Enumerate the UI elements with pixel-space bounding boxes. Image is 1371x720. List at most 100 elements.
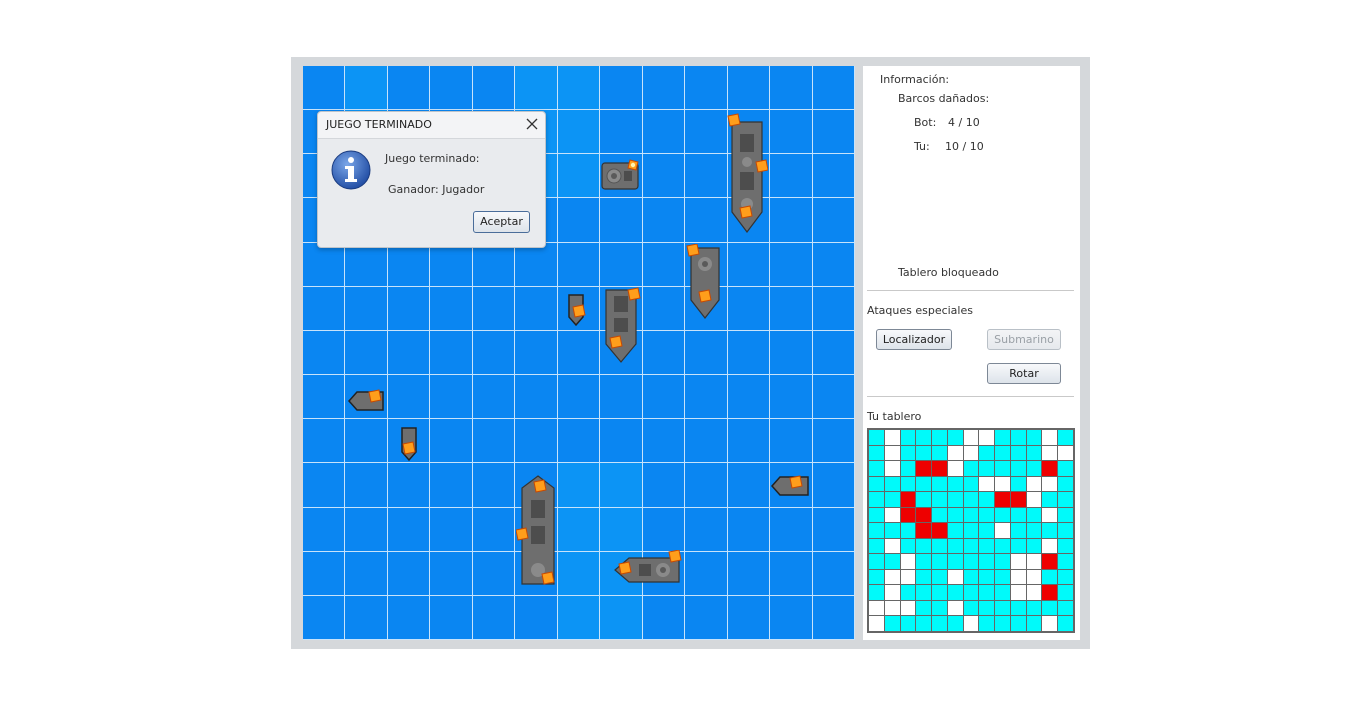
- enemy-cell[interactable]: [727, 286, 771, 331]
- enemy-cell[interactable]: [812, 375, 855, 420]
- enemy-cell[interactable]: [642, 375, 686, 420]
- enemy-cell[interactable]: [812, 463, 855, 508]
- enemy-cell[interactable]: [430, 242, 473, 287]
- enemy-cell[interactable]: [345, 419, 388, 464]
- enemy-cell[interactable]: [770, 375, 813, 420]
- enemy-cell[interactable]: [770, 595, 813, 640]
- enemy-cell[interactable]: [727, 463, 771, 508]
- enemy-cell[interactable]: [303, 507, 346, 552]
- enemy-cell[interactable]: [642, 286, 686, 331]
- enemy-cell[interactable]: [303, 66, 346, 111]
- enemy-cell[interactable]: [770, 419, 813, 464]
- enemy-cell[interactable]: [557, 154, 601, 199]
- enemy-cell[interactable]: [770, 198, 813, 243]
- enemy-cell[interactable]: [770, 110, 813, 155]
- enemy-cell[interactable]: [345, 551, 388, 596]
- enemy-cell[interactable]: [812, 419, 855, 464]
- enemy-cell[interactable]: [303, 242, 346, 287]
- enemy-cell[interactable]: [642, 595, 686, 640]
- enemy-cell[interactable]: [642, 507, 686, 552]
- enemy-cell[interactable]: [430, 507, 473, 552]
- enemy-cell[interactable]: [387, 66, 431, 111]
- enemy-cell[interactable]: [430, 66, 473, 111]
- enemy-cell[interactable]: [600, 595, 643, 640]
- enemy-cell[interactable]: [430, 419, 473, 464]
- enemy-cell[interactable]: [642, 242, 686, 287]
- enemy-cell[interactable]: [600, 198, 643, 243]
- enemy-cell[interactable]: [472, 375, 516, 420]
- enemy-cell[interactable]: [685, 507, 728, 552]
- enemy-cell[interactable]: [430, 463, 473, 508]
- enemy-cell[interactable]: [303, 419, 346, 464]
- enemy-cell[interactable]: [770, 330, 813, 376]
- close-icon[interactable]: [526, 118, 538, 130]
- enemy-cell[interactable]: [770, 551, 813, 596]
- enemy-cell[interactable]: [770, 242, 813, 287]
- enemy-cell[interactable]: [557, 419, 601, 464]
- enemy-cell[interactable]: [557, 66, 601, 111]
- enemy-cell[interactable]: [770, 507, 813, 552]
- enemy-cell[interactable]: [770, 154, 813, 199]
- enemy-cell[interactable]: [642, 419, 686, 464]
- enemy-cell[interactable]: [642, 198, 686, 243]
- enemy-cell[interactable]: [387, 375, 431, 420]
- enemy-cell[interactable]: [472, 551, 516, 596]
- enemy-cell[interactable]: [472, 66, 516, 111]
- enemy-cell[interactable]: [430, 286, 473, 331]
- enemy-cell[interactable]: [430, 330, 473, 376]
- enemy-cell[interactable]: [642, 110, 686, 155]
- enemy-cell[interactable]: [600, 110, 643, 155]
- enemy-cell[interactable]: [303, 330, 346, 376]
- enemy-cell[interactable]: [387, 242, 431, 287]
- enemy-cell[interactable]: [770, 66, 813, 111]
- enemy-cell[interactable]: [812, 242, 855, 287]
- enemy-cell[interactable]: [685, 154, 728, 199]
- enemy-cell[interactable]: [472, 419, 516, 464]
- enemy-cell[interactable]: [727, 551, 771, 596]
- enemy-cell[interactable]: [472, 463, 516, 508]
- enemy-cell[interactable]: [727, 330, 771, 376]
- enemy-cell[interactable]: [345, 463, 388, 508]
- enemy-cell[interactable]: [812, 595, 855, 640]
- enemy-cell[interactable]: [303, 551, 346, 596]
- enemy-cell[interactable]: [600, 66, 643, 111]
- enemy-cell[interactable]: [685, 419, 728, 464]
- enemy-cell[interactable]: [557, 375, 601, 420]
- enemy-cell[interactable]: [430, 375, 473, 420]
- enemy-cell[interactable]: [557, 463, 601, 508]
- enemy-cell[interactable]: [387, 463, 431, 508]
- enemy-cell[interactable]: [685, 66, 728, 111]
- enemy-cell[interactable]: [685, 375, 728, 420]
- enemy-cell[interactable]: [345, 595, 388, 640]
- enemy-cell[interactable]: [642, 66, 686, 111]
- enemy-cell[interactable]: [600, 419, 643, 464]
- enemy-cell[interactable]: [685, 198, 728, 243]
- enemy-cell[interactable]: [345, 507, 388, 552]
- enemy-cell[interactable]: [557, 242, 601, 287]
- enemy-cell[interactable]: [600, 375, 643, 420]
- enemy-cell[interactable]: [303, 463, 346, 508]
- enemy-cell[interactable]: [812, 110, 855, 155]
- enemy-cell[interactable]: [685, 330, 728, 376]
- enemy-cell[interactable]: [472, 595, 516, 640]
- enemy-cell[interactable]: [345, 242, 388, 287]
- enemy-cell[interactable]: [727, 66, 771, 111]
- enemy-cell[interactable]: [600, 242, 643, 287]
- enemy-cell[interactable]: [812, 198, 855, 243]
- locator-button[interactable]: Localizador: [876, 329, 952, 350]
- enemy-cell[interactable]: [557, 507, 601, 552]
- enemy-cell[interactable]: [557, 595, 601, 640]
- enemy-cell[interactable]: [812, 330, 855, 376]
- enemy-cell[interactable]: [515, 66, 558, 111]
- enemy-cell[interactable]: [472, 507, 516, 552]
- enemy-cell[interactable]: [642, 463, 686, 508]
- enemy-cell[interactable]: [685, 110, 728, 155]
- enemy-cell[interactable]: [557, 110, 601, 155]
- enemy-cell[interactable]: [430, 551, 473, 596]
- enemy-cell[interactable]: [812, 154, 855, 199]
- enemy-cell[interactable]: [387, 507, 431, 552]
- enemy-cell[interactable]: [685, 551, 728, 596]
- ok-button[interactable]: Aceptar: [473, 211, 530, 233]
- enemy-cell[interactable]: [727, 242, 771, 287]
- enemy-cell[interactable]: [557, 198, 601, 243]
